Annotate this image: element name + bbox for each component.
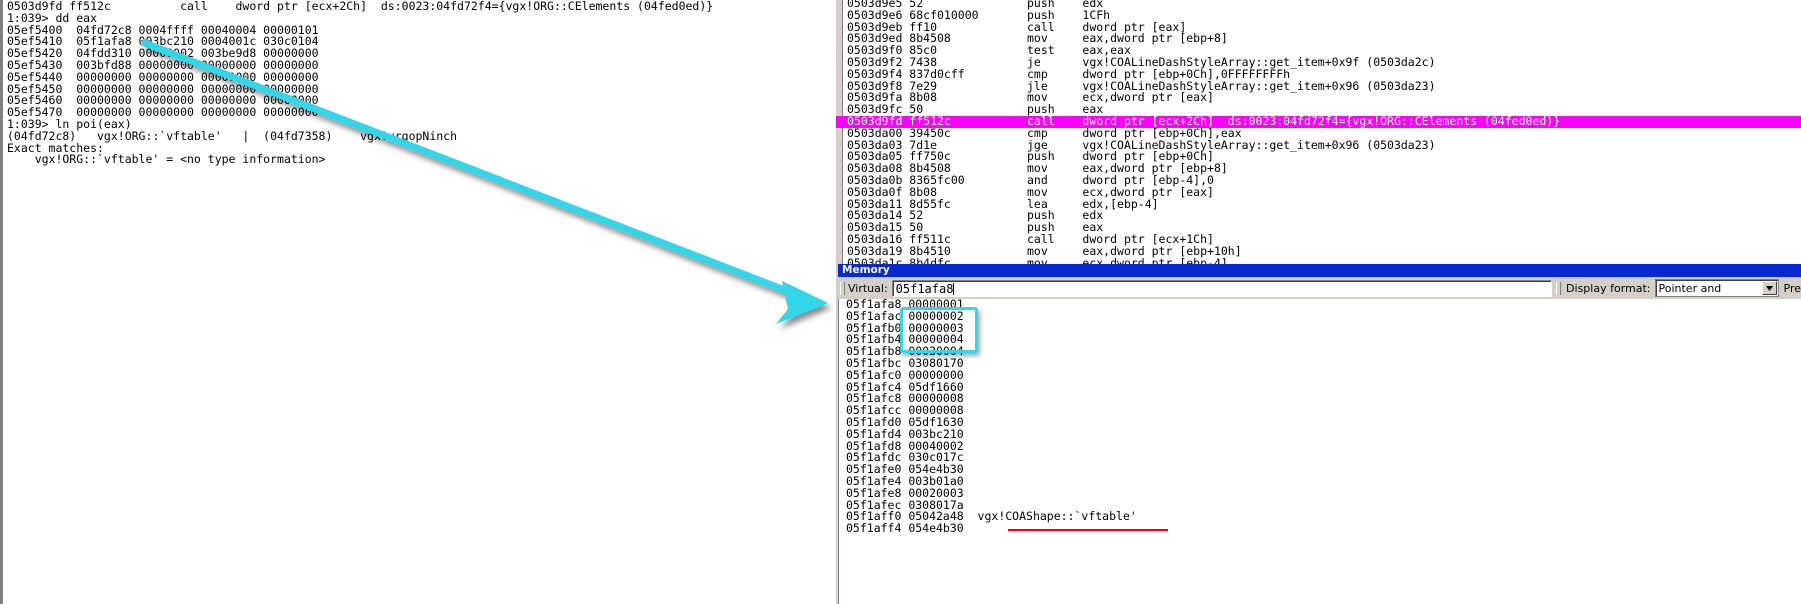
memory-window[interactable]: Memory Virtual: 05f1afa8 Display format:… [836,264,1801,604]
virtual-label: Virtual: [848,281,888,295]
memory-toolbar[interactable]: Virtual: 05f1afa8 Display format: Pointe… [838,277,1801,299]
display-format-label: Display format: [1566,281,1651,295]
disassembly-bevel-inner [843,0,845,264]
memory-titlebar[interactable]: Memory [838,264,1801,277]
memory-rows: 05f1afa8 00000001 05f1afac 00000002 05f1af… [846,299,1137,535]
memory-body-bevel [838,299,839,604]
command-output-line: vgx!ORG::`vftable' = <no type informatio… [7,152,326,167]
debugger-screenshot: 0503d9fd ff512c call dword ptr [ecx+2Ch]… [0,0,1801,604]
chevron-down-icon[interactable] [1761,281,1777,295]
command-output-lines: 0503d9fd ff512c call dword ptr [ecx+2Ch]… [7,0,836,167]
memory-row-value: 054e4b30 [908,521,964,536]
memory-address-input[interactable]: 05f1afa8 [891,279,1553,297]
vftable-underline [1008,529,1168,531]
right-column: 0503d9e5 52 push edx 0503d9e6 68cf010000 … [836,0,1801,604]
command-output-line: (04fd72c8) vgx!ORG::`vftable' | (04fd735… [7,128,458,143]
memory-address-value: 05f1afa8 [895,281,954,296]
command-output-line: 0503d9fd ff512c call dword ptr [ecx+2Ch]… [7,0,714,13]
display-format-value: Pointer and [1658,282,1722,295]
disassembly-rows: 0503d9e5 52 push edx 0503d9e6 68cf010000 … [836,0,1801,264]
memory-body[interactable]: 05f1afa8 00000001 05f1afac 00000002 05f1af… [838,299,1801,604]
command-pane-bevel-inner [3,0,5,604]
toolbar-grip-virtual[interactable] [840,281,845,295]
display-format-select[interactable]: Pointer and [1654,279,1779,297]
previous-button[interactable]: Pre [1784,282,1801,295]
memory-title-label: Memory [842,264,890,276]
text-caret [953,282,955,295]
command-pane[interactable]: 0503d9fd ff512c call dword ptr [ecx+2Ch]… [0,0,836,604]
toolbar-grip-display-format[interactable] [1556,281,1562,295]
memory-row-symbol: vgx!COAShape::`vftable' [963,509,1137,524]
disassembly-pane[interactable]: 0503d9e5 52 push edx 0503d9e6 68cf010000 … [836,0,1801,264]
memory-row-address: 05f1aff4 [846,521,909,536]
